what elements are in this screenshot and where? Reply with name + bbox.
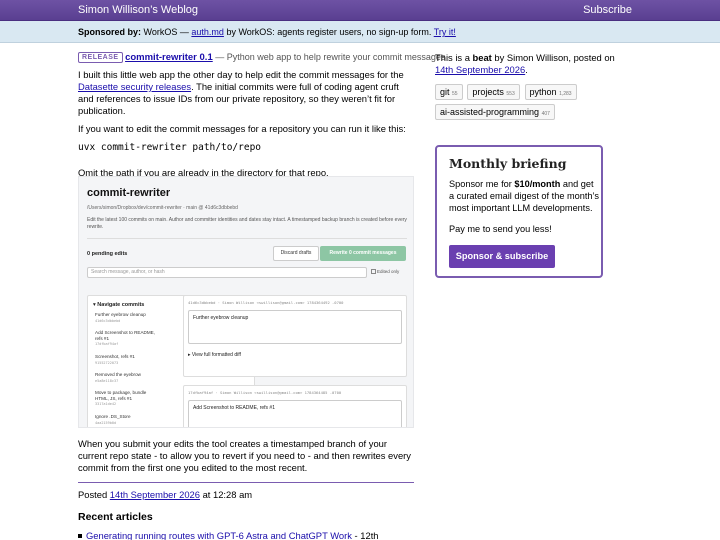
project-link[interactable]: commit-rewriter 0.1 (125, 52, 213, 63)
posted-label: Posted (78, 489, 108, 500)
para1-text-a: I built this little web app the other da… (78, 69, 404, 80)
nav-item-hash: 91552722073 (95, 360, 119, 365)
tag-git[interactable]: git 55 (435, 84, 463, 100)
nav-item-hash: 41d6c3dbbebd (95, 318, 121, 323)
post-heading: RELEASE commit-rewriter 0.1 — Python web… (78, 52, 445, 63)
app-description: Edit the latest 100 commits on main. Aut… (87, 217, 407, 230)
intro-end: . (525, 64, 528, 75)
intro-beat: beat (472, 52, 492, 63)
rewrite-button: Rewrite 0 commit messages (320, 246, 406, 261)
recent-article-item: Generating running routes with GPT-6 Ast… (78, 530, 379, 540)
project-description: — Python web app to help rewrite your co… (215, 52, 446, 62)
site-header: Simon Willison’s Weblog Subscribe (0, 0, 720, 21)
posted-date-link[interactable]: 14th September 2026 (110, 489, 200, 500)
sponsor-name: WorkOS — (143, 27, 189, 37)
commit-meta: 41d6c3dbbebd · Simon Willison <swillison… (188, 300, 344, 305)
beat-intro: This is a beat by Simon Willison, posted… (435, 52, 635, 76)
pending-edits: 0 pending edits (87, 251, 128, 257)
sponsor-text: by WorkOS: agents register users, no sig… (226, 27, 432, 37)
tag-count: 407 (541, 111, 550, 117)
tag-count: 553 (506, 91, 515, 97)
post-paragraph-1: I built this little web app the other da… (78, 69, 414, 117)
nav-item-hash: e5a8e118c37 (95, 378, 119, 383)
post-body: RELEASE commit-rewriter 0.1 — Python web… (78, 52, 445, 179)
nav-item-label: Removed the eyebrow (95, 372, 141, 377)
view-diff-toggle: ▸ View full formatted diff (188, 352, 241, 358)
recent-article-date: - 12th (351, 530, 379, 540)
app-path: /Users/simon/Dropbox/dev/commit-rewriter… (87, 205, 238, 211)
briefing-price: $10/month (514, 179, 561, 189)
commit-card: 17dfbaf94af · Simon Willison <swillison@… (183, 385, 407, 427)
nav-item-hash: 17dfbaf94af (95, 342, 119, 346)
tag-ai-assisted-programming[interactable]: ai-assisted-programming 407 (435, 104, 555, 120)
briefing-pay-text: Pay me to send you less! (449, 224, 552, 234)
monthly-briefing-box: Monthly briefing Sponsor me for $10/mont… (435, 145, 603, 278)
discard-drafts-button: Discard drafts (273, 246, 319, 261)
posted-time: at 12:28 am (202, 489, 253, 500)
nav-item: Add Screenshot to README, refs #1 17dfbaf… (95, 330, 155, 348)
recent-article-link[interactable]: Generating running routes with GPT-6 Ast… (86, 530, 352, 540)
nav-heading: ▾ Navigate commits (93, 302, 145, 308)
nav-item: Move to package, bundle HTML, JS, refs #… (95, 390, 155, 408)
nav-item-label: Move to package, bundle HTML, JS, refs #… (95, 390, 147, 401)
tag-name: projects (472, 87, 504, 97)
edited-only-checkbox: Edited only (371, 269, 399, 274)
commit-card: 41d6c3dbbebd · Simon Willison <swillison… (183, 295, 407, 377)
tag-name: ai-assisted-programming (440, 107, 540, 117)
post-paragraph-2: If you want to edit the commit messages … (78, 123, 406, 134)
nav-item: Ignore .DS_Store 4aa2159b0d (95, 414, 155, 426)
commit-message-field: Add Screenshot to README, refs #1 (188, 400, 402, 427)
briefing-text: Sponsor me for $10/month and get a curat… (449, 178, 599, 214)
tag-name: python (529, 87, 557, 97)
tag-list: git 55 projects 553 python 1,283 ai-assi… (435, 84, 625, 124)
post-divider (78, 482, 414, 483)
tag-name: git (440, 87, 450, 97)
app-screenshot: commit-rewriter /Users/simon/Dropbox/dev… (78, 176, 414, 428)
post-paragraph-4: When you submit your edits the tool crea… (78, 438, 411, 473)
app-title: commit-rewriter (87, 187, 171, 199)
edited-only-label: Edited only (377, 269, 400, 274)
recent-articles-heading: Recent articles (78, 511, 153, 523)
nav-item: Removed the eyebrow e5a8e118c37 (95, 372, 155, 384)
release-badge: RELEASE (78, 52, 123, 63)
sponsor-link[interactable]: auth.md (191, 27, 224, 37)
bullet-icon (78, 534, 82, 539)
code-snippet: uvx commit-rewriter path/to/repo (78, 142, 262, 153)
briefing-text-a: Sponsor me for (449, 179, 512, 189)
subscribe-link[interactable]: Subscribe (583, 4, 632, 16)
intro-date-link[interactable]: 14th September 2026 (435, 64, 525, 75)
tag-projects[interactable]: projects 553 (467, 84, 520, 100)
sponsor-cta-link[interactable]: Try it! (434, 27, 456, 37)
posted-line: Posted 14th September 2026 at 12:28 am (78, 489, 252, 500)
briefing-title: Monthly briefing (449, 156, 567, 171)
intro-text-a: This is a (435, 52, 470, 63)
site-title-link[interactable]: Simon Willison’s Weblog (78, 4, 198, 16)
nav-item-label: Ignore .DS_Store (95, 414, 131, 419)
nav-item: Screenshot, refs #1 91552722073 (95, 354, 155, 366)
app-divider (87, 238, 407, 239)
tag-python[interactable]: python 1,283 (524, 84, 577, 100)
commit-message-field: Further eyebrow cleanup (188, 310, 402, 344)
nav-item-hash: 4aa2159b0d (95, 420, 117, 425)
datasette-security-link[interactable]: Datasette security releases (78, 81, 191, 92)
sponsor-subscribe-button[interactable]: Sponsor & subscribe (449, 245, 555, 268)
checkbox-icon (371, 269, 376, 274)
sponsor-bar: Sponsored by: WorkOS — auth.md by WorkOS… (0, 21, 720, 43)
nav-item-label: Screenshot, refs #1 (95, 354, 135, 359)
app-search-input: Search message, author, or hash (87, 267, 367, 278)
nav-item-label: Further eyebrow cleanup (95, 312, 146, 317)
commit-meta: 17dfbaf94af · Simon Willison <swillison@… (188, 390, 342, 395)
sponsor-label: Sponsored by: (78, 27, 142, 37)
nav-item: Further eyebrow cleanup 41d6c3dbbebd (95, 312, 155, 324)
tag-count: 1,283 (559, 91, 572, 97)
tag-count: 55 (452, 91, 458, 97)
nav-item-hash: 3317a1de42 (95, 402, 117, 406)
nav-item-label: Add Screenshot to README, refs #1 (95, 330, 156, 341)
intro-text-b: by Simon Willison, posted on (494, 52, 615, 63)
